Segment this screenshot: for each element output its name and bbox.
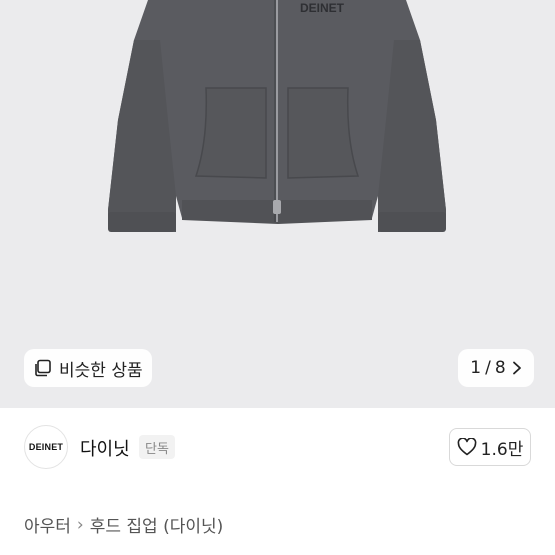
like-button[interactable]: 1.6만 <box>449 428 531 466</box>
breadcrumb: 아우터 › 후드 집업 (다이닛) <box>24 512 224 538</box>
breadcrumb-category[interactable]: 아우터 <box>24 512 71 537</box>
similar-products-button[interactable]: 비슷한 상품 <box>24 349 152 387</box>
heart-outline-icon <box>457 438 477 456</box>
stacked-squares-icon <box>35 359 51 377</box>
exclusive-badge: 단독 <box>139 435 175 459</box>
shop-info-row: DEINET 다이닛 단독 1.6만 <box>0 408 555 486</box>
image-pager[interactable]: 1 / 8 <box>458 349 534 387</box>
product-photo: DEINET <box>108 0 446 232</box>
shop-logo[interactable]: DEINET <box>24 425 68 469</box>
similar-products-label: 비슷한 상품 <box>59 360 143 381</box>
chevron-right-icon: › <box>76 514 84 535</box>
pager-total: 8 <box>494 358 506 378</box>
chest-print: DEINET <box>300 1 345 15</box>
breadcrumb-subcategory[interactable]: 후드 집업 (다이닛) <box>90 512 224 537</box>
like-count: 1.6만 <box>480 439 524 460</box>
shop-name[interactable]: 다이닛 <box>80 435 130 461</box>
pager-separator: / <box>485 358 491 378</box>
product-image-gallery[interactable]: DEINET 비슷한 상품 1 / 8 <box>0 0 555 408</box>
pager-current: 1 <box>470 358 482 378</box>
chevron-right-icon <box>512 361 521 375</box>
